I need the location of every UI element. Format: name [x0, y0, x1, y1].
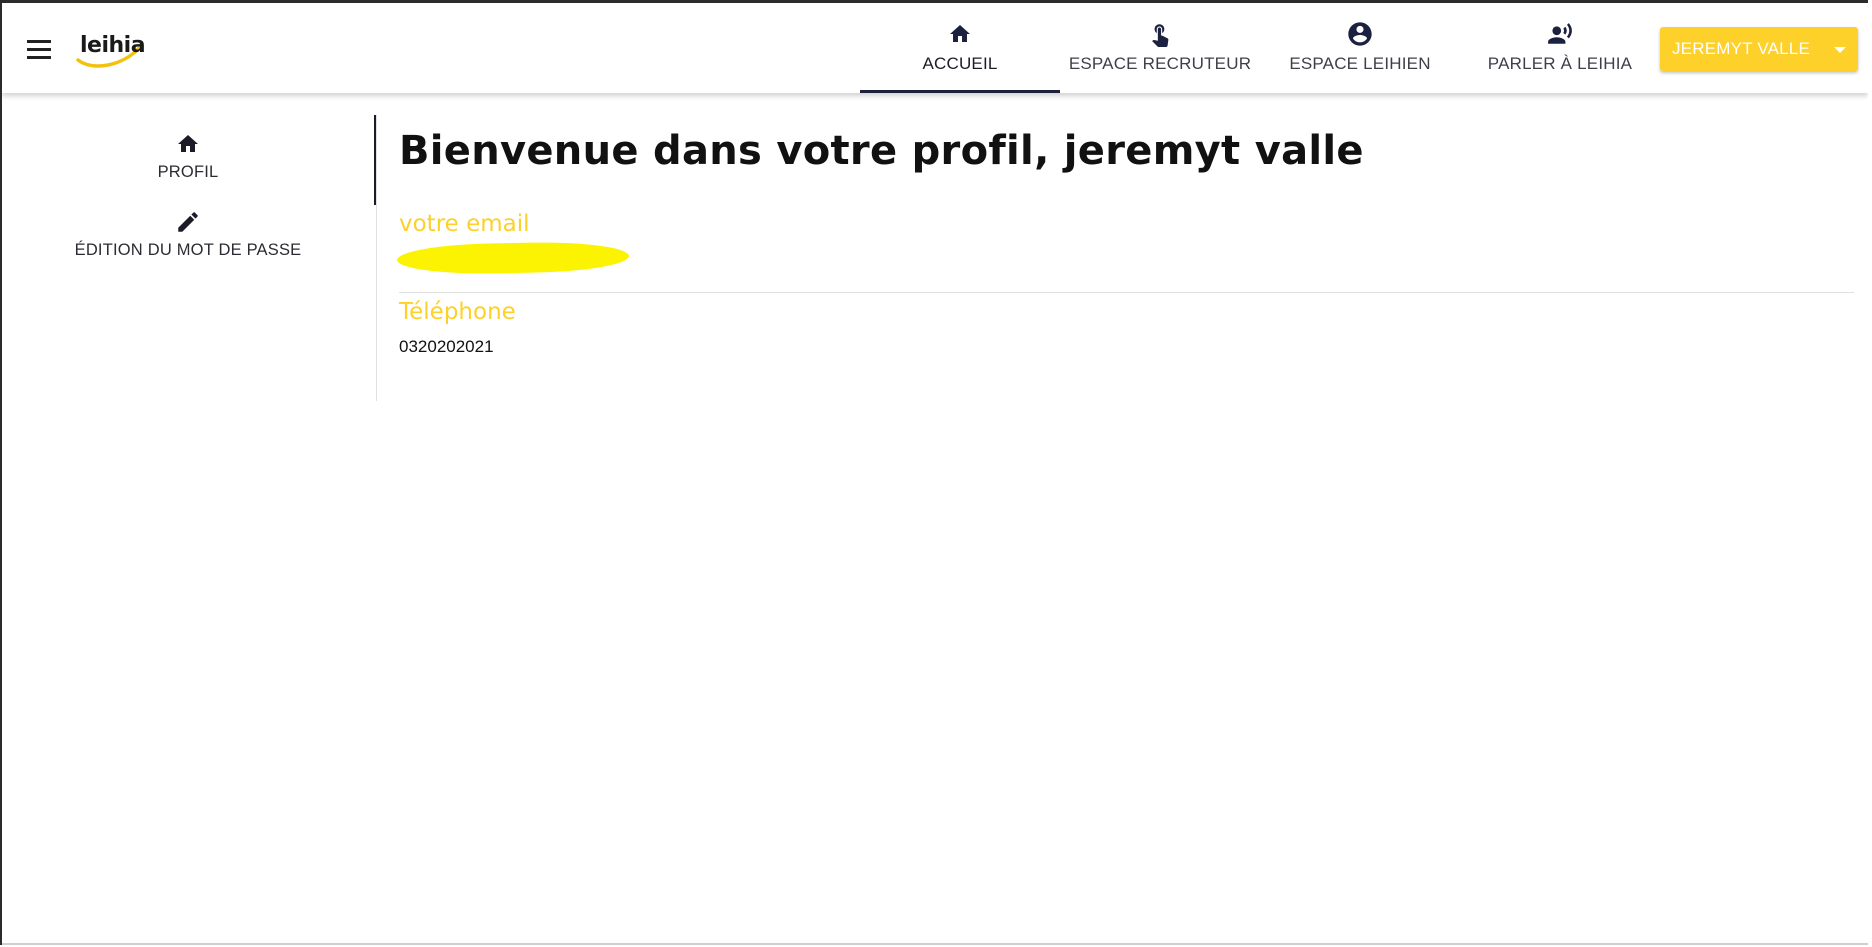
touch-hand-icon	[1146, 20, 1174, 48]
user-menu-button[interactable]: JEREMYT VALLE	[1660, 27, 1858, 71]
sidebar-item-label: ÉDITION DU MOT DE PASSE	[74, 241, 302, 259]
user-name-label: JEREMYT VALLE	[1671, 39, 1811, 58]
home-icon	[946, 20, 974, 48]
account-circle-icon	[1346, 20, 1374, 48]
window-bottom-edge	[2, 943, 1868, 945]
nav-tab-label: ESPACE RECRUTEUR	[1068, 54, 1252, 73]
sidebar-divider	[376, 115, 377, 401]
redaction-mark	[396, 240, 630, 276]
nav-tab-label: PARLER À LEIHIA	[1487, 54, 1633, 73]
field-divider	[399, 292, 1854, 293]
leihia-logo[interactable]: leihia	[74, 33, 146, 69]
email-label: votre email	[399, 211, 530, 237]
hamburger-menu-icon[interactable]	[27, 40, 51, 60]
nav-tab-accueil[interactable]: ACCUEIL	[860, 3, 1060, 93]
phone-value: 0320202021	[399, 337, 494, 356]
speaker-person-icon	[1546, 20, 1574, 48]
main-nav: ACCUEIL ESPACE RECRUTEUR ESPACE LEIHIEN …	[860, 3, 1660, 93]
phone-label: Téléphone	[399, 299, 516, 325]
sidebar-item-label: PROFIL	[157, 163, 219, 181]
nav-tab-parler-a-leihia[interactable]: PARLER À LEIHIA	[1460, 3, 1660, 93]
email-value-redacted	[396, 240, 635, 276]
app-window: leihia ACCUEIL ESPACE RECRUTEUR ESPACE L…	[0, 0, 1868, 945]
nav-tab-espace-recruteur[interactable]: ESPACE RECRUTEUR	[1060, 3, 1260, 93]
profile-sidebar: PROFIL ÉDITION DU MOT DE PASSE	[2, 115, 377, 289]
top-app-bar: leihia ACCUEIL ESPACE RECRUTEUR ESPACE L…	[2, 3, 1868, 93]
home-icon	[174, 131, 202, 157]
page-title: Bienvenue dans votre profil, jeremyt val…	[399, 128, 1364, 174]
sidebar-item-edition-mot-de-passe[interactable]: ÉDITION DU MOT DE PASSE	[2, 205, 374, 289]
caret-down-icon	[1834, 47, 1847, 53]
nav-tab-label: ACCUEIL	[922, 54, 998, 73]
nav-tab-label: ESPACE LEIHIEN	[1289, 54, 1431, 73]
sidebar-item-profil[interactable]: PROFIL	[2, 115, 377, 205]
profile-content: Bienvenue dans votre profil, jeremyt val…	[396, 128, 1854, 356]
logo-text: leihia	[80, 33, 146, 58]
nav-tab-espace-leihien[interactable]: ESPACE LEIHIEN	[1260, 3, 1460, 93]
pencil-icon	[174, 209, 202, 235]
